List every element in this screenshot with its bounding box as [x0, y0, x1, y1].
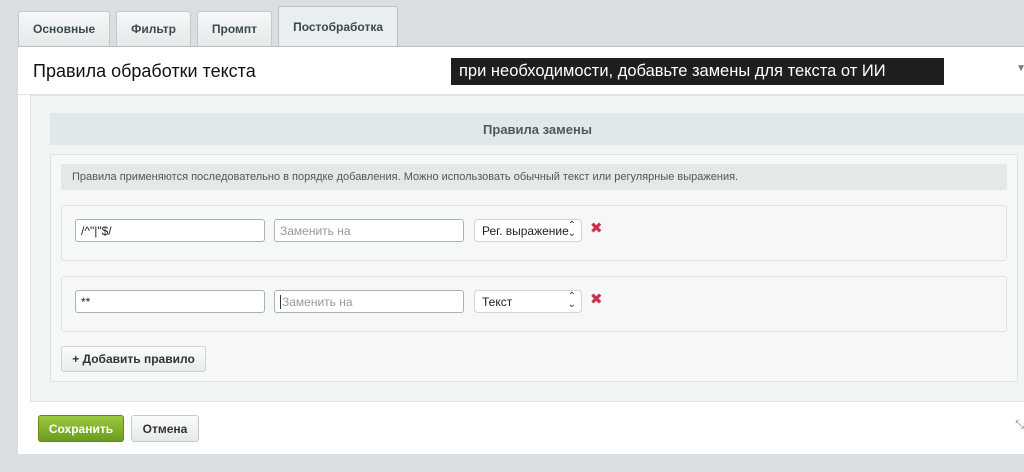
select-arrows-icon: ⌃ ⌄	[567, 220, 576, 239]
rule-type-value: Текст	[482, 294, 513, 309]
search-pattern-input[interactable]: /^"|"$/	[75, 219, 265, 242]
tooltip-caption: при необходимости, добавьте замены для т…	[451, 58, 944, 85]
replace-input[interactable]: Заменить на	[274, 219, 464, 242]
select-arrows-icon: ⌃ ⌄	[567, 291, 576, 310]
rule-type-value: Рег. выражение	[482, 223, 569, 238]
tab-filter[interactable]: Фильтр	[116, 11, 191, 46]
tab-prompt[interactable]: Промпт	[196, 11, 273, 46]
cancel-button[interactable]: Отмена	[131, 415, 199, 442]
replace-placeholder: Заменить на	[282, 294, 353, 309]
chevron-down-icon[interactable]: ▼	[1016, 63, 1024, 74]
tab-main[interactable]: Основные	[18, 11, 111, 46]
tab-bar: Основные Фильтр Промпт Постобработка	[18, 6, 398, 47]
add-rule-button[interactable]: + Добавить правило	[61, 346, 206, 372]
search-pattern-input[interactable]: **	[75, 290, 265, 313]
rules-info-note: Правила применяются последовательно в по…	[61, 164, 1007, 190]
panel-body: Правила замены Правила применяются после…	[30, 95, 1024, 402]
rule-row: /^"|"$/ Заменить на Рег. выражение ⌃ ⌄ ✖	[61, 205, 1007, 261]
rule-row: ** Заменить на Текст ⌃ ⌄ ✖	[61, 276, 1007, 332]
remove-rule-icon[interactable]: ✖	[590, 219, 603, 237]
rule-type-select[interactable]: Текст ⌃ ⌄	[474, 290, 582, 313]
replace-input[interactable]: Заменить на	[274, 290, 464, 313]
save-button[interactable]: Сохранить	[38, 415, 124, 442]
resize-handle-icon[interactable]: ⤡	[1015, 419, 1024, 432]
text-cursor	[280, 294, 281, 309]
remove-rule-icon[interactable]: ✖	[590, 290, 603, 308]
rules-list: Правила применяются последовательно в по…	[50, 154, 1018, 382]
tab-postprocessing[interactable]: Постобработка	[278, 6, 398, 47]
settings-panel: Правила обработки текста ▼ Правила замен…	[18, 46, 1024, 454]
panel-title: Правила обработки текста	[33, 61, 256, 81]
rules-section-header: Правила замены	[50, 113, 1024, 145]
rule-type-select[interactable]: Рег. выражение ⌃ ⌄	[474, 219, 582, 242]
